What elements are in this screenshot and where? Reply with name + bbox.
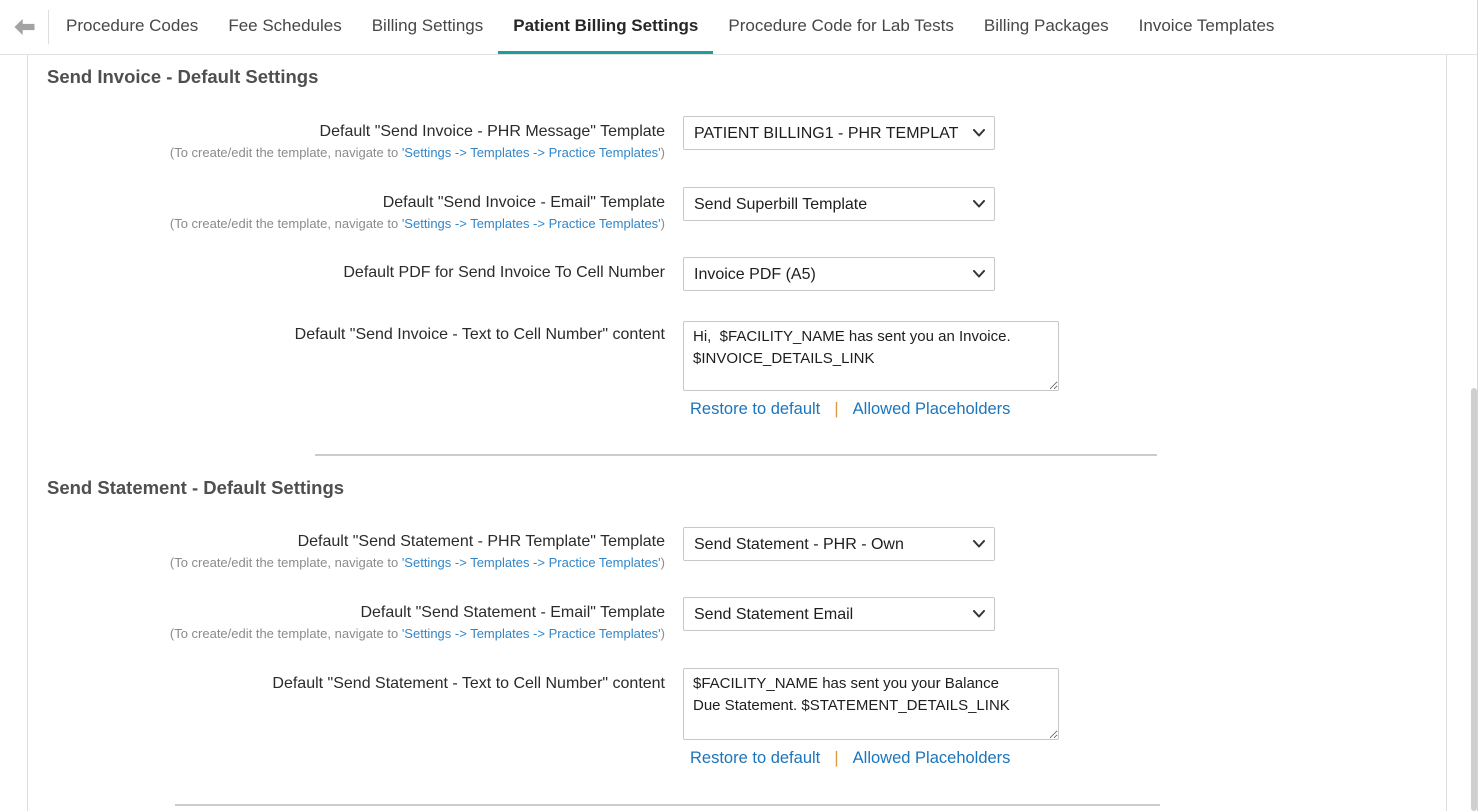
invoice-links-row: Restore to default | Allowed Placeholder… [690, 399, 1010, 419]
links-separator: | [834, 748, 838, 768]
note-prefix: (To create/edit the template, navigate t… [170, 555, 402, 570]
statement-phr-template-label: Default "Send Statement - PHR Template" … [45, 533, 665, 551]
bottom-divider [175, 804, 1160, 806]
tab-billing-packages[interactable]: Billing Packages [969, 0, 1124, 54]
back-arrow-icon [13, 17, 36, 37]
tab-fee-schedules[interactable]: Fee Schedules [213, 0, 356, 54]
invoice-text-content-textarea[interactable]: Hi, $FACILITY_NAME has sent you an Invoi… [683, 321, 1059, 391]
statement-email-template-select-wrap: Send Statement Email [683, 597, 995, 631]
settings-templates-link[interactable]: 'Settings -> Templates -> Practice Templ… [402, 145, 661, 160]
settings-templates-link[interactable]: 'Settings -> Templates -> Practice Templ… [402, 555, 661, 570]
invoice-restore-to-default-link[interactable]: Restore to default [690, 400, 820, 419]
nav-divider [48, 10, 49, 44]
invoice-email-template-select-wrap: Send Superbill Template [683, 187, 995, 221]
statement-restore-to-default-link[interactable]: Restore to default [690, 749, 820, 768]
invoice-pdf-select-wrap: Invoice PDF (A5) [683, 257, 995, 291]
settings-templates-link[interactable]: 'Settings -> Templates -> Practice Templ… [402, 626, 661, 641]
tab-patient-billing-settings[interactable]: Patient Billing Settings [498, 0, 713, 54]
tab-procedure-code-for-lab-tests[interactable]: Procedure Code for Lab Tests [713, 0, 969, 54]
back-button[interactable] [0, 0, 48, 54]
patient-billing-settings-page: Procedure Codes Fee Schedules Billing Se… [0, 0, 1478, 811]
statement-text-content-label: Default "Send Statement - Text to Cell N… [45, 675, 665, 693]
invoice-phr-template-note: (To create/edit the template, navigate t… [25, 145, 665, 160]
statement-phr-template-note: (To create/edit the template, navigate t… [25, 555, 665, 570]
invoice-pdf-select[interactable]: Invoice PDF (A5) [683, 257, 995, 291]
invoice-allowed-placeholders-link[interactable]: Allowed Placeholders [853, 400, 1011, 419]
invoice-email-template-label: Default "Send Invoice - Email" Template [45, 194, 665, 212]
invoice-phr-template-label: Default "Send Invoice - PHR Message" Tem… [45, 123, 665, 141]
invoice-phr-template-select[interactable]: PATIENT BILLING1 - PHR TEMPLAT [683, 116, 995, 150]
note-suffix: ) [661, 555, 665, 570]
statement-email-template-select[interactable]: Send Statement Email [683, 597, 995, 631]
statement-links-row: Restore to default | Allowed Placeholder… [690, 748, 1010, 768]
note-suffix: ) [661, 216, 665, 231]
note-prefix: (To create/edit the template, navigate t… [170, 216, 402, 231]
statement-email-template-note: (To create/edit the template, navigate t… [25, 626, 665, 641]
settings-templates-link[interactable]: 'Settings -> Templates -> Practice Templ… [402, 216, 661, 231]
note-suffix: ) [661, 626, 665, 641]
invoice-email-template-note: (To create/edit the template, navigate t… [25, 216, 665, 231]
panel-right-border [1446, 55, 1447, 811]
top-tab-bar: Procedure Codes Fee Schedules Billing Se… [0, 0, 1478, 55]
statement-email-template-label: Default "Send Statement - Email" Templat… [45, 604, 665, 622]
vertical-scrollbar-thumb[interactable] [1471, 388, 1477, 811]
invoice-section-title: Send Invoice - Default Settings [47, 66, 318, 88]
invoice-phr-template-select-wrap: PATIENT BILLING1 - PHR TEMPLAT [683, 116, 995, 150]
statement-phr-template-select-wrap: Send Statement - PHR - Own [683, 527, 995, 561]
note-prefix: (To create/edit the template, navigate t… [170, 626, 402, 641]
statement-text-content-textarea[interactable]: $FACILITY_NAME has sent you your Balance… [683, 668, 1059, 740]
invoice-text-content-label: Default "Send Invoice - Text to Cell Num… [45, 326, 665, 344]
tab-invoice-templates[interactable]: Invoice Templates [1124, 0, 1290, 54]
statement-allowed-placeholders-link[interactable]: Allowed Placeholders [853, 749, 1011, 768]
links-separator: | [834, 399, 838, 419]
note-suffix: ) [661, 145, 665, 160]
statement-section-title: Send Statement - Default Settings [47, 477, 344, 499]
invoice-email-template-select[interactable]: Send Superbill Template [683, 187, 995, 221]
tab-billing-settings[interactable]: Billing Settings [357, 0, 499, 54]
statement-phr-template-select[interactable]: Send Statement - PHR - Own [683, 527, 995, 561]
tabs-container: Procedure Codes Fee Schedules Billing Se… [51, 0, 1289, 54]
note-prefix: (To create/edit the template, navigate t… [170, 145, 402, 160]
tab-procedure-codes[interactable]: Procedure Codes [51, 0, 213, 54]
panel-left-border [27, 55, 28, 811]
section-divider [315, 454, 1157, 456]
invoice-pdf-label: Default PDF for Send Invoice To Cell Num… [45, 264, 665, 282]
